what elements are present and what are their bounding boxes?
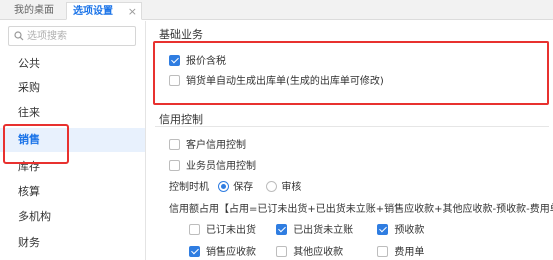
divider xyxy=(155,126,549,127)
option-label: 已出货未立账 xyxy=(293,225,354,236)
tab-option-settings-label: 选项设置 xyxy=(73,6,113,17)
option-other-receivable[interactable]: 其他应收款 xyxy=(276,246,364,260)
option-label: 预收款 xyxy=(394,225,425,236)
sidebar-item-multi-org[interactable]: 多机构 xyxy=(0,205,145,229)
occupy-row-2: 销售应收款 其他应收款 费用单 xyxy=(189,246,434,260)
option-label: 销货单自动生成出库单(生成的出库单可修改) xyxy=(186,76,384,87)
credit-formula-text: 信用额占用【占用=已订未出货+已出货未立账+销售应收款+其他应收款-预收款-费用… xyxy=(169,204,553,215)
control-timing-label: 控制时机 xyxy=(169,182,209,193)
search-box[interactable] xyxy=(8,26,136,46)
option-label: 费用单 xyxy=(394,247,425,258)
option-price-tax[interactable]: 报价含税 xyxy=(169,55,226,69)
radio-selected-icon[interactable] xyxy=(218,181,230,192)
search-icon xyxy=(14,31,24,41)
checkbox-icon[interactable] xyxy=(169,160,180,171)
highlight-box-basic xyxy=(153,41,549,105)
sidebar: 公共 采购 往来 销售 库存 核算 多机构 财务 xyxy=(0,21,146,260)
checkbox-checked-icon[interactable] xyxy=(276,224,288,235)
radio-icon[interactable] xyxy=(266,181,278,192)
tab-option-settings[interactable]: 选项设置 × xyxy=(66,2,142,20)
option-label: 其他应收款 xyxy=(293,247,344,258)
checkbox-icon[interactable] xyxy=(377,246,389,257)
occupy-row-1: 已订未出货 已出货未立账 预收款 xyxy=(189,224,434,238)
checkbox-checked-icon[interactable] xyxy=(169,55,180,66)
sidebar-item-purchase[interactable]: 采购 xyxy=(0,76,145,100)
radio-label: 保存 xyxy=(233,182,254,193)
checkbox-icon[interactable] xyxy=(169,139,180,150)
option-customer-credit[interactable]: 客户信用控制 xyxy=(169,139,246,153)
checkbox-icon[interactable] xyxy=(169,75,180,86)
checkbox-checked-icon[interactable] xyxy=(189,246,200,257)
sidebar-item-accounting[interactable]: 核算 xyxy=(0,180,145,204)
checkbox-checked-icon[interactable] xyxy=(377,224,389,235)
sidebar-item-transactions[interactable]: 往来 xyxy=(0,101,145,125)
option-auto-outbound[interactable]: 销货单自动生成出库单(生成的出库单可修改) xyxy=(169,75,384,89)
checkbox-icon[interactable] xyxy=(189,224,200,235)
option-advance-receipt[interactable]: 预收款 xyxy=(377,224,424,238)
radio-save[interactable]: 保存 xyxy=(218,181,253,195)
section-title-credit: 信用控制 xyxy=(159,113,203,126)
option-label: 已订未出货 xyxy=(206,225,256,236)
sidebar-item-finance[interactable]: 财务 xyxy=(0,231,145,255)
option-expense-bill[interactable]: 费用单 xyxy=(377,246,424,260)
option-sales-receivable[interactable]: 销售应收款 xyxy=(189,246,263,260)
main-panel: 基础业务 报价含税 销货单自动生成出库单(生成的出库单可修改) 信用控制 客户信… xyxy=(147,21,553,260)
control-timing-row: 控制时机 保存 审核 xyxy=(169,181,311,195)
option-label: 客户信用控制 xyxy=(186,140,246,151)
search-input[interactable] xyxy=(27,29,132,43)
option-label: 销售应收款 xyxy=(206,247,256,258)
option-label: 业务员信用控制 xyxy=(186,161,256,172)
close-icon[interactable]: × xyxy=(128,3,137,20)
checkbox-icon[interactable] xyxy=(276,246,288,257)
option-label: 报价含税 xyxy=(186,56,226,67)
section-title-basic: 基础业务 xyxy=(159,28,203,41)
option-ordered-not-shipped[interactable]: 已订未出货 xyxy=(189,224,263,238)
radio-audit[interactable]: 审核 xyxy=(266,181,301,195)
radio-label: 审核 xyxy=(281,182,302,193)
option-shipped-not-billed[interactable]: 已出货未立账 xyxy=(276,224,364,238)
tab-my-desktop[interactable]: 我的桌面 xyxy=(8,2,60,20)
sidebar-item-public[interactable]: 公共 xyxy=(0,52,145,76)
tab-bar: 我的桌面 选项设置 × xyxy=(0,0,553,20)
option-salesman-credit[interactable]: 业务员信用控制 xyxy=(169,160,256,174)
highlight-box-sales xyxy=(3,124,69,164)
